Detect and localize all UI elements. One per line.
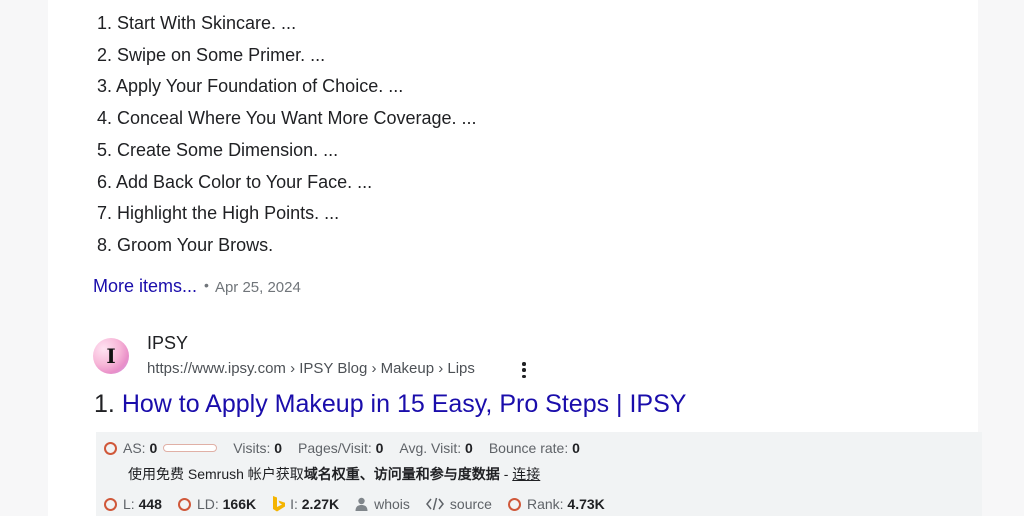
more-items-link[interactable]: More items...	[93, 276, 197, 296]
favicon-letter: I	[106, 344, 116, 368]
rank-label[interactable]: Rank:	[527, 496, 564, 512]
bounce-rate-label: Bounce rate:	[488, 440, 569, 456]
semrush-promo: 使用免费 Semrush 帐户获取域名权重、访问量和参与度数据 - 连接	[128, 464, 540, 484]
seo-toolbar: AS: 0 Visits: 0 Pages/Visit: 0 Avg. Visi…	[96, 432, 982, 516]
result-title: 1. How to Apply Makeup in 15 Easy, Pro S…	[94, 390, 686, 419]
l-label[interactable]: L:	[123, 496, 135, 512]
visits-value: 0	[274, 440, 283, 456]
visits-label: Visits:	[233, 440, 271, 456]
bing-icon	[273, 496, 286, 512]
as-label: AS:	[123, 440, 146, 456]
right-margin-panel	[978, 0, 1024, 516]
ld-label[interactable]: LD:	[197, 496, 219, 512]
rank-ring-icon	[507, 497, 521, 511]
rank-value[interactable]: 4.73K	[567, 496, 604, 512]
user-icon	[355, 497, 368, 511]
separator-dot: •	[204, 277, 209, 293]
i-label[interactable]: I:	[290, 496, 298, 512]
step-item: 2. Swipe on Some Primer. ...	[97, 44, 326, 65]
ld-value[interactable]: 166K	[223, 496, 256, 512]
result-site-name[interactable]: IPSY	[147, 333, 188, 354]
snippet-footer: More items... • Apr 25, 2024	[93, 276, 301, 297]
i-value[interactable]: 2.27K	[302, 496, 339, 512]
as-value: 0	[149, 440, 158, 456]
step-item: 3. Apply Your Foundation of Choice. ...	[97, 76, 404, 97]
more-options-icon[interactable]	[518, 360, 530, 380]
bounce-rate-value: 0	[572, 440, 580, 456]
avg-visit-label: Avg. Visit:	[399, 440, 462, 456]
site-favicon[interactable]: I	[93, 338, 129, 374]
result-title-link[interactable]: How to Apply Makeup in 15 Easy, Pro Step…	[122, 390, 687, 418]
promo-dash: -	[499, 466, 513, 482]
pages-visit-label: Pages/Visit:	[298, 440, 372, 456]
semrush-ring-icon	[104, 441, 117, 455]
result-breadcrumb[interactable]: https://www.ipsy.com › IPSY Blog › Makeu…	[147, 360, 475, 377]
step-item: 8. Groom Your Brows.	[97, 234, 274, 255]
authority-score-meter	[163, 444, 218, 452]
step-item: 7. Highlight the High Points. ...	[97, 203, 340, 224]
source-link[interactable]: source	[450, 496, 492, 512]
featured-snippet-steps: 1. Start With Skincare. ... 2. Swipe on …	[97, 8, 477, 262]
promo-text: 使用免费 Semrush 帐户获取	[128, 466, 304, 482]
seo-row-links: L: 448 LD: 166K I: 2.27K whois source Ra…	[104, 496, 605, 512]
step-item: 4. Conceal Where You Want More Coverage.…	[97, 108, 477, 129]
left-margin-panel	[0, 0, 48, 516]
step-item: 1. Start With Skincare. ...	[97, 13, 297, 33]
step-item: 6. Add Back Color to Your Face. ...	[97, 171, 373, 192]
code-icon	[425, 497, 444, 511]
pages-visit-value: 0	[375, 440, 384, 456]
result-number: 1.	[94, 390, 115, 418]
step-item: 5. Create Some Dimension. ...	[97, 139, 339, 160]
promo-connect-link[interactable]: 连接	[512, 466, 540, 482]
backlinks-ring-icon	[104, 497, 117, 511]
l-value[interactable]: 448	[139, 496, 162, 512]
whois-link[interactable]: whois	[374, 496, 410, 512]
domains-ring-icon	[177, 497, 191, 511]
seo-row-traffic: AS: 0 Visits: 0 Pages/Visit: 0 Avg. Visi…	[104, 440, 580, 456]
avg-visit-value: 0	[465, 440, 473, 456]
promo-bold-text: 域名权重、访问量和参与度数据	[303, 466, 500, 482]
snippet-date: Apr 25, 2024	[214, 279, 301, 296]
